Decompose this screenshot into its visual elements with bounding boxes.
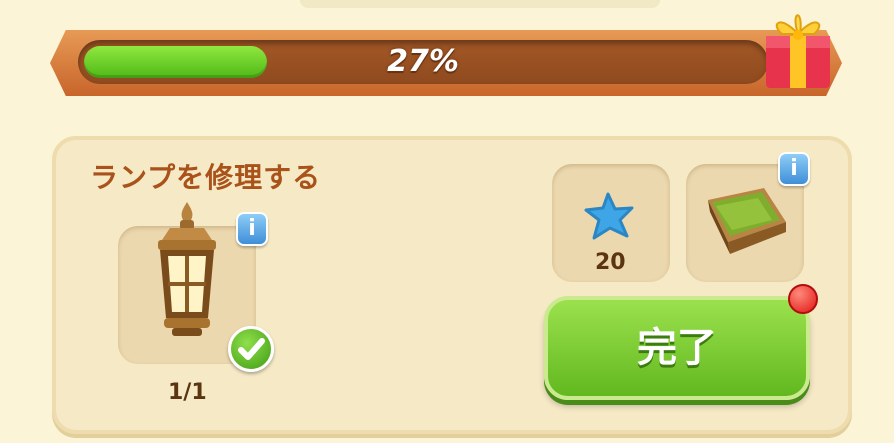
complete-button[interactable]: 完了 [544,296,810,400]
gift-icon[interactable] [760,4,836,92]
complete-button-label: 完了 [637,325,717,371]
progress-bar: 27% [78,40,768,84]
notification-dot [788,284,818,314]
lamp-info-button[interactable]: i [236,212,268,246]
star-count: 20 [595,250,626,275]
check-icon [228,326,274,372]
progress-label: 27% [387,44,459,79]
task-title: ランプを修理する [90,161,322,194]
box-info-button[interactable]: i [778,152,810,186]
lamp-count: 1/1 [168,380,207,405]
top-strip [300,0,660,8]
